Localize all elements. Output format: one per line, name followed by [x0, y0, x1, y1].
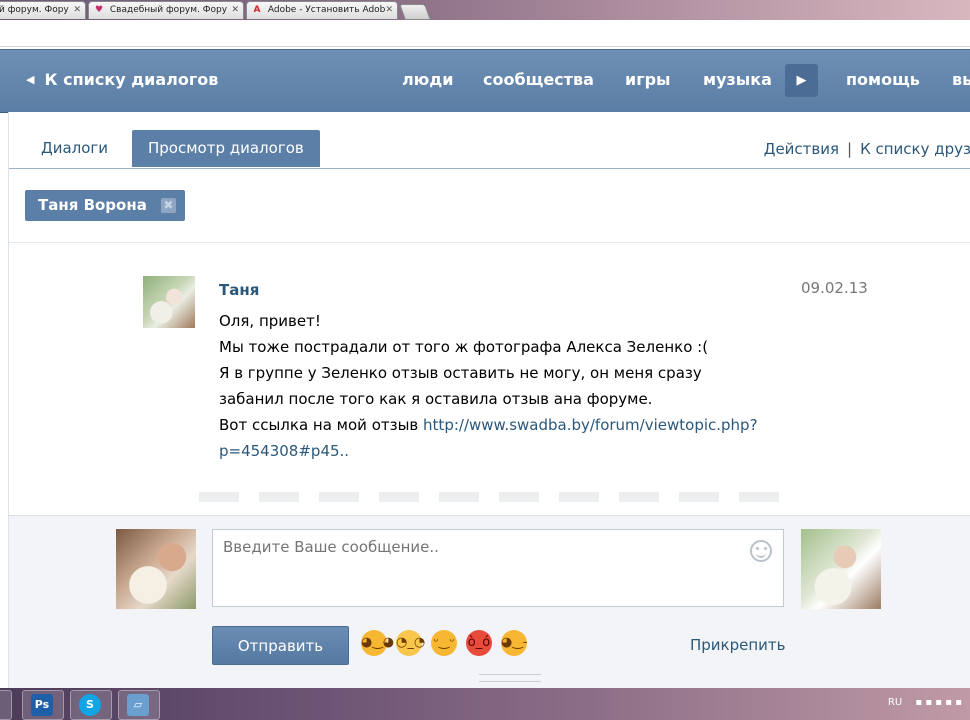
- tray-icons: ▪ ▪ ▪ ▪ ▪: [915, 697, 962, 708]
- recipient-avatar[interactable]: [801, 529, 881, 609]
- nav-communities[interactable]: сообщества: [483, 70, 594, 89]
- nav-music[interactable]: музыка: [703, 70, 772, 89]
- remove-icon[interactable]: ✖: [160, 198, 176, 213]
- actions-link[interactable]: Действия: [764, 140, 839, 158]
- scroll-fade: [199, 492, 779, 502]
- tab-dialogs[interactable]: Диалоги: [25, 130, 124, 167]
- header-links: Действия | К списку друз: [764, 140, 970, 158]
- taskbar-skype[interactable]: S: [70, 690, 112, 720]
- back-arrow-icon: ◀: [26, 73, 35, 86]
- tab-label: Adobe - Установить Adob: [267, 5, 386, 15]
- chevron-right-icon: ▶: [796, 73, 807, 88]
- back-to-dialogs-link[interactable]: ◀ К списку диалогов: [26, 70, 218, 89]
- emoji-wink-icon[interactable]: ◕‿-: [501, 630, 527, 656]
- taskbar-photoshop[interactable]: Ps: [22, 690, 64, 720]
- nav-help[interactable]: помощь: [846, 70, 920, 89]
- my-avatar[interactable]: [116, 529, 196, 609]
- hearts-favicon-icon: ♥: [94, 5, 104, 15]
- tab-view-dialogs[interactable]: Просмотр диалогов: [132, 130, 320, 167]
- emoji-angry-icon[interactable]: ò_ó: [466, 630, 492, 656]
- link-prefix: Вот ссылка на мой отзыв: [219, 416, 424, 434]
- os-taskbar: Ps S ▱ RU ▪ ▪ ▪ ▪ ▪: [0, 688, 970, 720]
- emoji-relieved-icon[interactable]: ᵕ‿ᵕ: [431, 630, 457, 656]
- close-icon[interactable]: ✕: [73, 2, 81, 19]
- nav-games[interactable]: игры: [625, 70, 671, 89]
- nav-you[interactable]: вы: [952, 70, 970, 89]
- review-link-continued[interactable]: p=454308#p45..: [219, 442, 349, 460]
- tab-label: й форум. Фору: [0, 5, 69, 15]
- recipient-name: Таня Ворона: [38, 196, 147, 214]
- close-icon[interactable]: ✕: [231, 2, 239, 19]
- adobe-favicon-icon: A: [253, 5, 261, 15]
- message-author[interactable]: Таня: [219, 281, 259, 299]
- review-link[interactable]: http://www.swadba.by/forum/viewtopic.php…: [423, 416, 758, 434]
- photoshop-icon: Ps: [31, 694, 53, 716]
- divider: [9, 242, 970, 243]
- message-author-avatar[interactable]: [143, 276, 195, 328]
- message-line: забанил после того как я оставила отзыв …: [219, 390, 653, 408]
- message-date: 09.02.13: [801, 279, 868, 297]
- close-icon[interactable]: ✕: [385, 2, 393, 19]
- send-button[interactable]: Отправить: [212, 626, 349, 665]
- friends-list-link[interactable]: К списку друз: [860, 140, 970, 158]
- skype-icon: S: [79, 694, 101, 716]
- message-line: p=454308#p45..: [219, 438, 789, 464]
- browser-tab-2[interactable]: ♥ Свадебный форум. Фору ✕: [88, 1, 244, 19]
- tab-label: Свадебный форум. Фору: [109, 5, 228, 15]
- emoji-eyeroll-icon[interactable]: ◔_◔: [396, 630, 425, 656]
- message-line: Вот ссылка на мой отзыв http://www.swadb…: [219, 412, 789, 438]
- system-tray: RU ▪ ▪ ▪ ▪ ▪: [878, 697, 962, 708]
- message-line: Я в группе у Зеленко отзыв оставить не м…: [219, 364, 702, 382]
- window-icon: ▱: [127, 694, 149, 716]
- smile-icon[interactable]: [750, 540, 772, 562]
- message-input[interactable]: [212, 529, 784, 607]
- new-tab-button[interactable]: [399, 4, 431, 20]
- browser-tab-strip: й форум. Фору ✕ ♥ Свадебный форум. Фору …: [0, 0, 970, 20]
- browser-tab-1[interactable]: й форум. Фору ✕: [0, 1, 86, 19]
- link-separator: |: [847, 140, 853, 158]
- nav-more-button[interactable]: ▶: [785, 64, 818, 97]
- message-line: Мы тоже пострадали от того ж фотографа А…: [219, 338, 709, 356]
- start-button[interactable]: [0, 690, 12, 720]
- compose-area: Отправить ◕‿◕◔_◔ᵕ‿ᵕ ò_ó ◕‿- Прикрепить: [9, 515, 970, 689]
- message-body: Оля, привет! Мы тоже пострадали от того …: [219, 308, 789, 464]
- emoji-smile-icon[interactable]: ◕‿◕: [361, 630, 394, 656]
- attach-link[interactable]: Прикрепить: [690, 636, 786, 654]
- back-label: К списку диалогов: [44, 70, 219, 89]
- language-indicator[interactable]: RU: [888, 697, 902, 708]
- browser-toolbar: [0, 20, 970, 47]
- dialogs-panel: Диалоги Просмотр диалогов Действия | К спи…: [8, 112, 970, 689]
- taskbar-app[interactable]: ▱: [118, 690, 160, 720]
- emoji-bar: ◕‿◕ ◔_◔ ᵕ‿ᵕ ò_ó ◕‿-: [361, 630, 536, 656]
- resize-grip[interactable]: [479, 674, 541, 682]
- browser-tab-3[interactable]: A Adobe - Установить Adob ✕: [246, 1, 398, 19]
- message-line: Оля, привет!: [219, 312, 321, 330]
- site-header: ◀ К списку диалогов люди сообщества игры …: [0, 49, 970, 113]
- nav-people[interactable]: люди: [402, 70, 453, 89]
- recipient-chip: Таня Ворона ✖: [25, 190, 185, 221]
